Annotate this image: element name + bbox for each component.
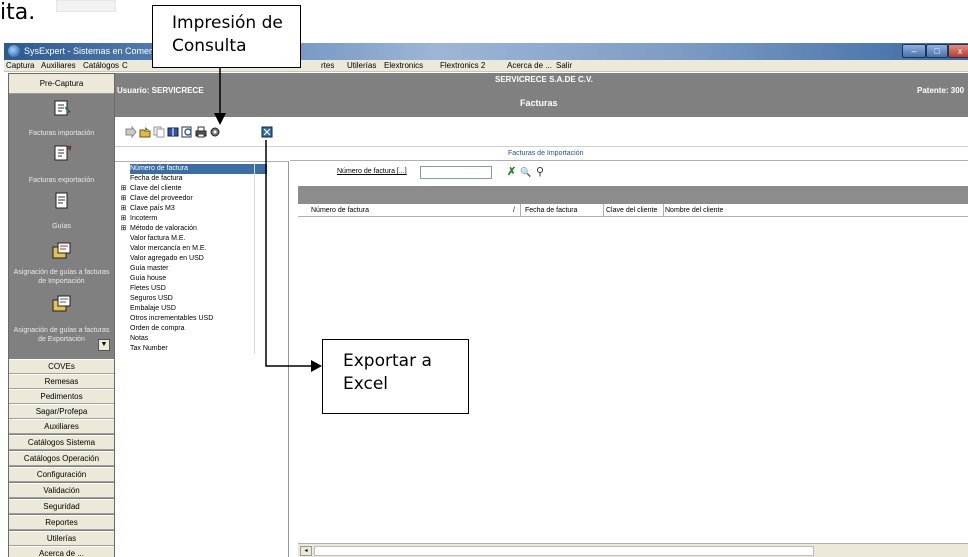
minimize-button[interactable]: –	[902, 44, 926, 58]
window-title: SysExpert - Sistemas en Comercio	[24, 46, 164, 56]
field-item[interactable]: ⊞ Clave del cliente	[117, 184, 287, 194]
module-header: Usuario: SERVICRECE SERVICRECE S.A.DE C.…	[115, 73, 968, 117]
caption-placeholder-box	[56, 0, 116, 12]
copy-icon[interactable]	[153, 126, 165, 138]
print-icon[interactable]	[195, 126, 207, 138]
menu-captura[interactable]: Captura	[6, 61, 34, 70]
callout-impresion-consulta: Impresión de Consulta	[152, 5, 301, 68]
menu-elextronics[interactable]: Elextronics	[384, 61, 423, 70]
scroll-thumb[interactable]	[314, 546, 814, 556]
nav-button-acerca-de[interactable]: Acerca de ...	[9, 546, 114, 557]
navigation-panel: Pre-Captura Facturas importación Factura…	[8, 73, 115, 557]
field-item[interactable]: Valor mercancía en M.E.	[117, 244, 287, 254]
nav-button-pedimentos[interactable]: Pedimentos	[9, 389, 114, 404]
current-user-label: Usuario: SERVICRECE	[117, 86, 204, 95]
nav-button-seguridad[interactable]: Seguridad	[9, 499, 114, 514]
nav-button-sagar-profepa[interactable]: Sagar/Profepa	[9, 404, 114, 419]
nav-button-reportes[interactable]: Reportes	[9, 515, 114, 530]
field-item[interactable]: Número de factura	[117, 164, 287, 174]
field-item[interactable]: Guía master	[117, 264, 287, 274]
company-name: SERVICRECE S.A.DE C.V.	[495, 75, 593, 84]
field-item[interactable]: Seguros USD	[117, 294, 287, 304]
module-title: Facturas	[520, 98, 558, 108]
section-title: Facturas de Importación	[508, 150, 584, 157]
menu-c[interactable]: C	[122, 61, 128, 70]
assign-guides-export-icon[interactable]	[52, 295, 72, 313]
horizontal-scrollbar[interactable]: ◂	[298, 543, 968, 557]
nav-button-validacion[interactable]: Validación	[9, 483, 114, 498]
key-search-icon[interactable]: 🔍	[520, 166, 531, 178]
menu-catalogos[interactable]: Catálogos	[83, 61, 119, 70]
field-item[interactable]: Fecha de factura	[117, 174, 287, 184]
clear-filter-icon[interactable]: ✗	[507, 166, 516, 178]
field-item[interactable]: Tax Number	[117, 344, 287, 354]
open-folder-icon[interactable]	[139, 126, 151, 138]
callout-exportar-excel: Exportar a Excel	[322, 339, 469, 414]
invoice-export-icon[interactable]	[52, 144, 72, 162]
find-icon[interactable]: ⚲	[536, 166, 544, 178]
menu-auxiliares[interactable]: Auxiliares	[41, 61, 76, 70]
filter-label: Número de factura [...]	[337, 168, 407, 175]
query-icon[interactable]	[181, 126, 193, 138]
excel-export-icon[interactable]	[261, 126, 273, 138]
menu-bar: Captura Auxiliares Catálogos C rtes Util…	[4, 60, 968, 72]
menu-flextronics2[interactable]: Flextronics 2	[440, 61, 485, 70]
field-item[interactable]: ⊞ Método de valoración	[117, 224, 287, 234]
grid-group-band	[298, 186, 968, 204]
menu-acerca[interactable]: Acerca de ...	[507, 61, 552, 70]
caption-fragment: ita.	[0, 0, 36, 25]
nav-item-facturas-importacion[interactable]: Facturas importación	[9, 129, 114, 138]
nav-item-asignacion-importacion[interactable]: Asignación de guías a facturas de Import…	[9, 268, 114, 286]
settings-icon[interactable]	[209, 126, 221, 138]
nav-item-guias[interactable]: Guías	[9, 222, 114, 231]
nav-header-pre-captura[interactable]: Pre-Captura	[9, 74, 114, 94]
field-item[interactable]: ⊞ Clave país M3	[117, 204, 287, 214]
field-item[interactable]: Guía house	[117, 274, 287, 284]
menu-utilerias[interactable]: Utilerías	[347, 61, 376, 70]
column-numero-factura[interactable]: Número de factura	[311, 207, 369, 214]
patente-label: Patente: 300	[917, 86, 965, 95]
field-item[interactable]: Fletes USD	[117, 284, 287, 294]
invoice-number-input[interactable]	[420, 166, 492, 179]
field-item[interactable]: Valor factura M.E.	[117, 234, 287, 244]
assign-guides-import-icon[interactable]	[52, 242, 72, 260]
field-item[interactable]: ⊞ Clave del proveedor	[117, 194, 287, 204]
next-icon[interactable]	[125, 126, 137, 138]
main-section-header: Facturas de Importación	[290, 147, 968, 161]
invoice-import-icon[interactable]	[52, 99, 72, 117]
nav-button-catalogos-operacion[interactable]: Catálogos Operación	[9, 451, 114, 466]
close-button[interactable]: x	[948, 44, 968, 58]
field-item[interactable]: ⊞ Incoterm	[117, 214, 287, 224]
book-icon[interactable]	[167, 126, 179, 138]
field-list: Número de factura Fecha de factura ⊞ Clav…	[115, 161, 289, 557]
column-clave-cliente[interactable]: Clave del cliente	[606, 207, 657, 214]
field-item[interactable]: Otros incrementables USD	[117, 314, 287, 324]
column-sort-indicator: /	[513, 207, 515, 214]
nav-button-coves[interactable]: COVEs	[9, 359, 114, 374]
menu-reportes[interactable]: rtes	[321, 61, 334, 70]
nav-button-auxiliares[interactable]: Auxiliares	[9, 419, 114, 434]
grid-header: Número de factura / Fecha de factura Cla…	[298, 204, 968, 217]
field-item[interactable]: Notas	[117, 334, 287, 344]
window-titlebar: SysExpert - Sistemas en Comercio – □ x	[4, 43, 968, 60]
menu-salir[interactable]: Salir	[556, 61, 572, 70]
column-nombre-cliente[interactable]: Nombre del cliente	[665, 207, 723, 214]
filter-bar: Número de factura [...] ✗ 🔍 ⚲	[290, 161, 968, 186]
field-item[interactable]: Valor agregado en USD	[117, 254, 287, 264]
nav-scroll-down-button[interactable]: ▼	[98, 339, 110, 351]
field-item[interactable]: Orden de compra	[117, 324, 287, 334]
nav-button-utilerias[interactable]: Utilerías	[9, 531, 114, 546]
app-icon	[8, 45, 20, 57]
nav-button-catalogos-sistema[interactable]: Catálogos Sistema	[9, 435, 114, 450]
maximize-button[interactable]: □	[926, 44, 948, 58]
field-item[interactable]: Embalaje USD	[117, 304, 287, 314]
nav-item-facturas-exportacion[interactable]: Facturas exportación	[9, 176, 114, 185]
scroll-left-button[interactable]: ◂	[300, 546, 312, 556]
nav-button-configuracion[interactable]: Configuración	[9, 467, 114, 482]
toolbar	[115, 117, 968, 147]
guide-document-icon[interactable]	[52, 192, 72, 210]
column-fecha-factura[interactable]: Fecha de factura	[525, 207, 578, 214]
nav-button-remesas[interactable]: Remesas	[9, 374, 114, 389]
